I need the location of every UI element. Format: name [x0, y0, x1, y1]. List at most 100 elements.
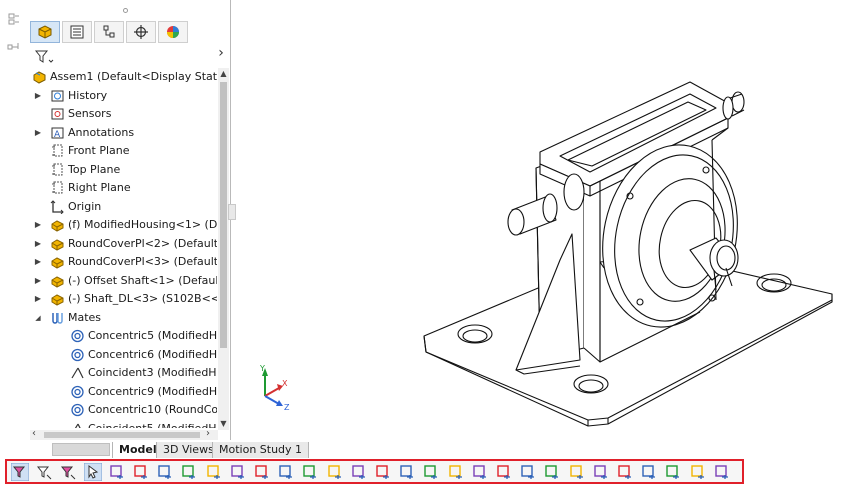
scroll-thumb[interactable]	[220, 82, 227, 348]
tab-motion-study-1[interactable]: Motion Study 1	[212, 442, 310, 458]
filter-routing-points-button[interactable]	[640, 463, 658, 481]
tree-item[interactable]: Origin	[30, 198, 217, 216]
tree-item[interactable]: ▶ RoundCoverPl<3> (Default<<De	[30, 253, 217, 271]
filter-datum-targets-button[interactable]	[543, 463, 561, 481]
filter-surface-bodies-button[interactable]	[180, 463, 198, 481]
tree-item-label: (f) ModifiedHousing<1> (Default	[68, 218, 217, 231]
clear-filters-icon	[37, 466, 52, 480]
tab-display-manager[interactable]	[158, 21, 188, 43]
tree-item[interactable]: Concentric9 (ModifiedHousi	[30, 383, 217, 401]
tree-item[interactable]: Top Plane	[30, 161, 217, 179]
filter-geometric-tolerances-button[interactable]	[447, 463, 465, 481]
tree-item[interactable]: Concentric10 (RoundCoverP	[30, 401, 217, 419]
filter-edges-button[interactable]	[132, 463, 150, 481]
hscroll-thumb[interactable]	[44, 432, 200, 438]
tree-item[interactable]: Coincident3 (ModifiedHousi	[30, 364, 217, 382]
tab-featuremanager[interactable]	[30, 21, 60, 43]
filter-sketch-segments-button[interactable]	[301, 463, 319, 481]
filter-blocks-button[interactable]	[592, 463, 610, 481]
tree-item-label: Coincident5 (ModifiedHousi	[88, 421, 217, 429]
select-all-filters-icon	[61, 466, 76, 480]
concentric-icon	[71, 329, 84, 343]
propertymanager-icon	[70, 25, 84, 39]
filter-planes-button[interactable]	[253, 463, 271, 481]
tree-item[interactable]: Front Plane	[30, 142, 217, 160]
tree-item[interactable]: ▶ (-) Shaft_DL<3> (S102B<<S102B>	[30, 290, 217, 308]
filter-solid-bodies-button[interactable]	[205, 463, 223, 481]
filter-datum-features-button[interactable]	[689, 463, 707, 481]
triad-z-label: Z	[284, 403, 290, 412]
filter-mates-button[interactable]	[664, 463, 682, 481]
tree-item[interactable]: ▶ A Annotations	[30, 124, 217, 142]
filter-connection-points-icon	[618, 465, 631, 479]
expand-arrow-icon[interactable]: ▶	[32, 87, 44, 105]
expand-arrow-icon[interactable]: ▶	[32, 253, 44, 271]
select-button[interactable]	[83, 463, 102, 481]
filter-weld-beads-button[interactable]	[519, 463, 537, 481]
filter-cosmetic-welds-button[interactable]	[713, 463, 731, 481]
filter-cosmetic-welds-icon	[715, 465, 728, 479]
expand-arrow-icon[interactable]: ▶	[32, 124, 44, 142]
scroll-down-arrow-icon[interactable]: ▼	[218, 418, 229, 430]
tab-dimxpert[interactable]	[126, 21, 156, 43]
triad-x-label: X	[282, 379, 288, 388]
filter-dimensions-button[interactable]	[398, 463, 416, 481]
filter-surface-finish-button[interactable]	[422, 463, 440, 481]
filter-vertices-button[interactable]	[108, 463, 126, 481]
tree-item[interactable]: ▶ (f) ModifiedHousing<1> (Default	[30, 216, 217, 234]
tree-item-label: Concentric10 (RoundCoverP	[88, 403, 217, 416]
tree-item-label: Coincident3 (ModifiedHousi	[88, 366, 217, 379]
tree-item[interactable]: Right Plane	[30, 179, 217, 197]
select-all-filters-button[interactable]	[59, 463, 77, 481]
filter-surface-bodies-icon	[182, 465, 196, 479]
filter-sketch-points-button[interactable]	[277, 463, 295, 481]
tree-item[interactable]: Coincident5 (ModifiedHousi	[30, 420, 217, 429]
tree-item[interactable]: ▶ (-) Offset Shaft<1> (Default<<De	[30, 272, 217, 290]
filter-center-marks-button[interactable]	[350, 463, 368, 481]
scroll-up-arrow-icon[interactable]: ▲	[218, 68, 229, 80]
filter-icon[interactable]	[33, 48, 55, 66]
scroll-left-arrow-icon[interactable]: ‹	[32, 428, 36, 439]
tree-item-label: Annotations	[68, 125, 135, 139]
clear-filters-button[interactable]	[35, 463, 53, 481]
expand-arrow-icon[interactable]: ▶	[32, 290, 44, 308]
tree-horizontal-scrollbar[interactable]: ‹ ›	[30, 428, 218, 440]
filter-surface-finish-icon	[424, 465, 438, 479]
tab-configurationmanager[interactable]	[94, 21, 124, 43]
panel-grip[interactable]	[123, 8, 128, 13]
filter-centerline-button[interactable]	[374, 463, 392, 481]
expand-arrow-icon[interactable]: ▶	[32, 216, 44, 234]
expand-arrow-icon[interactable]: ▶	[32, 235, 44, 253]
panel-splitter[interactable]	[228, 204, 236, 220]
tree-item[interactable]: ▶ RoundCoverPl<2> (Default<<De	[30, 235, 217, 253]
tree-item[interactable]: ▶ History	[30, 87, 217, 105]
tree-item-label: Top Plane	[68, 162, 121, 176]
part-icon	[51, 238, 64, 251]
filter-notes-button[interactable]	[471, 463, 489, 481]
filter-blocks-icon	[594, 465, 607, 479]
expand-arrow-icon[interactable]: ▶	[32, 272, 44, 290]
collapse-arrow-icon[interactable]: ◢	[32, 309, 44, 327]
tree-item[interactable]: Concentric6 (ModifiedHousi	[30, 346, 217, 364]
collapse-tree-icon[interactable]	[6, 38, 22, 52]
filter-axes-icon	[231, 465, 244, 479]
filter-cosmetic-threads-button[interactable]	[568, 463, 586, 481]
filter-weld-symbols-icon	[497, 465, 510, 479]
tree-item[interactable]: Concentric5 (ModifiedHousi	[30, 327, 217, 345]
left-gutter	[0, 0, 30, 440]
scroll-right-arrow-icon[interactable]: ›	[206, 428, 210, 439]
filter-axes-button[interactable]	[229, 463, 247, 481]
tree-vertical-scrollbar[interactable]: ▲ ▼	[218, 68, 229, 430]
filter-connection-points-button[interactable]	[616, 463, 634, 481]
tree-item[interactable]: ◢ Mates	[30, 309, 217, 327]
filter-faces-button[interactable]	[156, 463, 174, 481]
filter-midpoints-button[interactable]	[326, 463, 344, 481]
tab-scroll-arrows[interactable]	[52, 443, 110, 456]
toggle-selection-filter-button[interactable]	[11, 463, 29, 481]
tree-item[interactable]: Sensors	[30, 105, 217, 123]
graphics-viewport[interactable]	[236, 0, 855, 440]
tab-propertymanager[interactable]	[62, 21, 92, 43]
filter-weld-symbols-button[interactable]	[495, 463, 513, 481]
tree-root-assembly[interactable]: Assem1 (Default<Display State-1>)	[30, 68, 217, 86]
expand-tree-icon[interactable]	[6, 12, 22, 26]
